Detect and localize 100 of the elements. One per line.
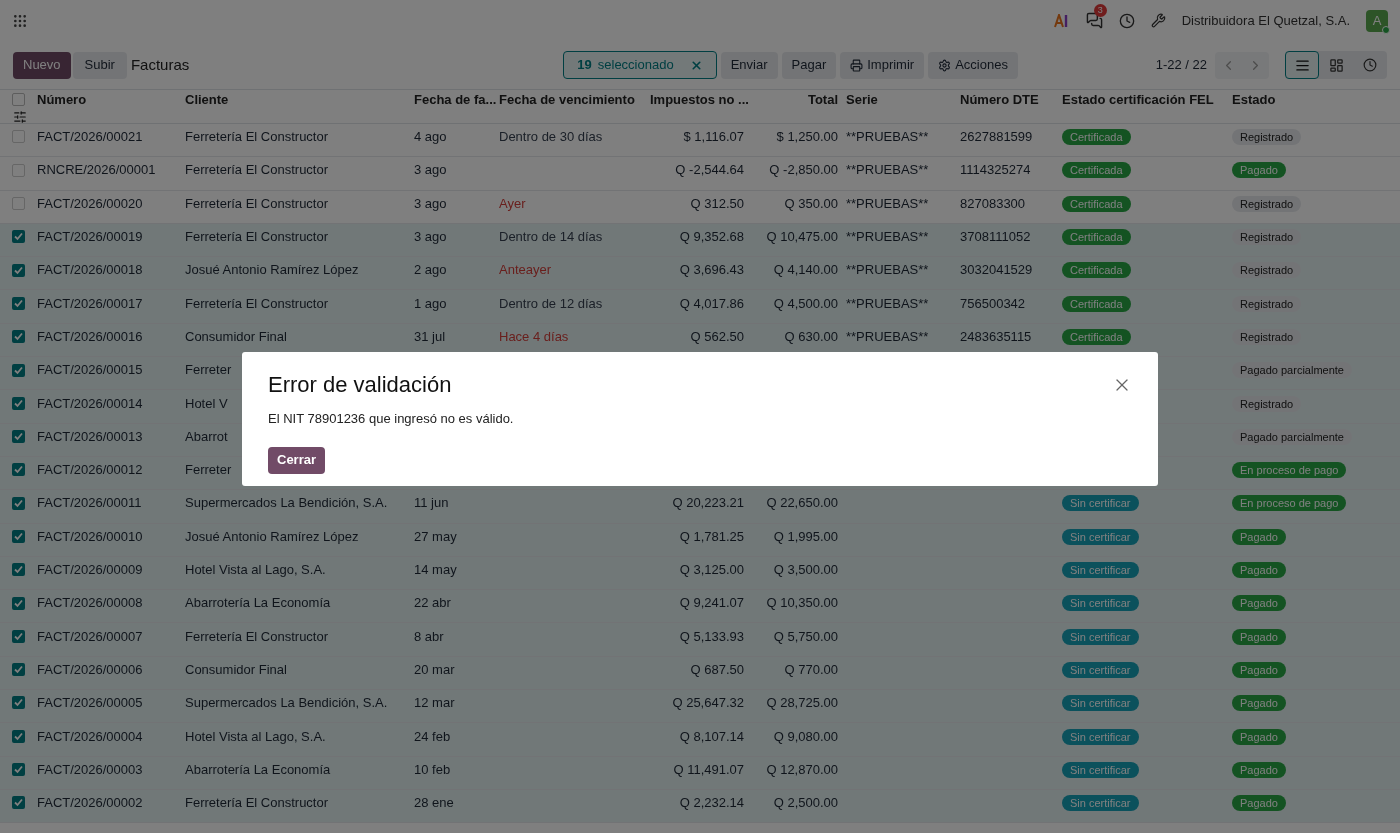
close-icon[interactable] (689, 58, 703, 72)
invoice-status-tag: En proceso de pago (1232, 495, 1347, 512)
action-button[interactable]: Enviar (720, 51, 778, 79)
total-amount: Q 9,080.00 (772, 727, 838, 746)
serie-value: **PRUEBAS** (845, 194, 930, 213)
check-icon (14, 398, 23, 408)
row-checkbox[interactable] (12, 463, 25, 477)
pager-value: 1-22 / 22 (1155, 56, 1207, 75)
row-checkbox[interactable] (12, 663, 25, 677)
select-all-checkbox[interactable] (12, 93, 25, 107)
tax-amount: Q 2,232.14 (678, 794, 744, 813)
column-header[interactable]: Fecha de fa... (414, 90, 499, 110)
invoice-number: FACT/2026/00019 (37, 228, 144, 247)
invoice-date: 1 ago (414, 294, 448, 313)
column-settings-icon[interactable] (13, 109, 27, 124)
row-checkbox[interactable] (12, 263, 25, 277)
invoice-status-tag: Pagado parcialmente (1232, 362, 1352, 379)
certification-status-tag: Sin certificar (1062, 761, 1139, 778)
total-amount: Q 3,500.00 (772, 561, 838, 580)
column-header[interactable]: Número (37, 90, 185, 110)
row-checkbox[interactable] (12, 496, 25, 510)
company-name[interactable]: Distribuidora El Quetzal, S.A. (1181, 10, 1350, 31)
tax-amount: Q 9,352.68 (678, 228, 744, 247)
row-checkbox[interactable] (12, 363, 25, 377)
invoice-status-tag: Pagado (1232, 528, 1286, 545)
certification-status-tag: Sin certificar (1062, 661, 1139, 678)
column-header[interactable]: Estado (1224, 90, 1400, 110)
invoice-number: FACT/2026/00004 (37, 727, 144, 746)
due-date: Dentro de 14 días (499, 228, 604, 247)
action-button[interactable]: Pagar (781, 51, 837, 79)
row-checkbox[interactable] (12, 729, 25, 743)
invoice-status-tag: Pagado (1232, 728, 1286, 745)
tax-amount: Q -2,544.64 (674, 161, 744, 180)
new-button[interactable]: Nuevo (13, 51, 71, 79)
check-icon (14, 731, 23, 741)
action-button[interactable]: Acciones (928, 51, 1018, 79)
row-checkbox[interactable] (12, 530, 25, 543)
row-checkbox[interactable] (12, 796, 25, 810)
row-checkbox[interactable] (12, 296, 25, 310)
certification-status-tag: Certificada (1062, 162, 1131, 179)
tax-amount: Q 312.50 (689, 194, 744, 213)
invoice-status-tag: Registrado (1232, 262, 1302, 279)
invoice-status-tag: Pagado (1232, 695, 1286, 712)
tax-amount: Q 5,133.93 (678, 627, 744, 646)
notification-count: 3 (1093, 4, 1107, 17)
column-header[interactable]: Cliente (185, 90, 414, 110)
invoice-status-tag: Registrado (1232, 395, 1302, 412)
row-checkbox[interactable] (12, 230, 25, 244)
serie-value: **PRUEBAS** (845, 294, 930, 313)
total-amount: Q 350.00 (783, 194, 838, 213)
row-checkbox[interactable] (12, 696, 25, 710)
ai-logo-icon[interactable] (1053, 13, 1070, 28)
row-checkbox[interactable] (12, 197, 25, 211)
tax-amount: Q 4,017.86 (678, 294, 744, 313)
client-name: Ferretería El Constructor (185, 628, 329, 644)
invoice-status-tag: Pagado (1232, 761, 1286, 778)
invoice-date: 14 may (414, 561, 458, 580)
row-checkbox[interactable] (12, 596, 25, 610)
row-checkbox[interactable] (12, 163, 25, 177)
client-name: Consumidor Final (185, 328, 287, 344)
client-name: Ferretería El Constructor (185, 162, 329, 178)
certification-status-tag: Sin certificar (1062, 528, 1139, 545)
row-checkbox[interactable] (12, 396, 25, 410)
row-checkbox[interactable] (12, 763, 25, 777)
dte-number: 1114325274 (959, 161, 1032, 180)
column-header[interactable]: Serie (838, 90, 952, 110)
due-date: Ayer (499, 194, 527, 213)
total-amount: Q 12,870.00 (765, 760, 838, 779)
close-button[interactable]: Cerrar (268, 446, 326, 474)
client-name: Ferretería El Constructor (185, 295, 329, 311)
row-checkbox[interactable] (12, 430, 25, 444)
apps-menu-icon[interactable] (12, 12, 28, 29)
invoice-date: 2 ago (414, 261, 448, 280)
dte-number: 2627881599 (959, 128, 1034, 147)
upload-button[interactable]: Subir (72, 51, 127, 79)
check-icon (14, 798, 23, 808)
row-checkbox[interactable] (12, 563, 25, 577)
row-checkbox[interactable] (12, 130, 25, 144)
chat-icon[interactable] (1085, 12, 1103, 29)
certification-status-tag: Certificada (1062, 328, 1131, 345)
invoice-status-tag: En proceso de pago (1232, 462, 1347, 479)
total-amount: Q 4,500.00 (772, 294, 838, 313)
client-name: Ferretería El Constructor (185, 195, 329, 211)
client-name: Ferreter (185, 462, 232, 478)
client-name: Consumidor Final (185, 661, 287, 677)
column-header[interactable]: Estado certificación FEL (1054, 90, 1224, 110)
row-checkbox[interactable] (12, 330, 25, 344)
invoice-number: RNCRE/2026/00001 (37, 161, 157, 180)
total-amount: Q -2,850.00 (768, 161, 838, 180)
client-name: Supermercados La Bendición, S.A. (185, 495, 388, 511)
action-button[interactable]: Imprimir (840, 51, 925, 79)
column-header[interactable]: Número DTE (952, 90, 1054, 110)
wrench-icon[interactable] (1150, 13, 1166, 28)
clock-icon[interactable] (1118, 12, 1135, 29)
view-switch-button[interactable] (1285, 51, 1319, 79)
column-header[interactable]: Fecha de vencimiento (499, 90, 650, 110)
invoice-number: FACT/2026/00007 (37, 627, 144, 646)
row-checkbox[interactable] (12, 629, 25, 643)
invoice-number: FACT/2026/00010 (37, 527, 144, 546)
tax-amount: Q 3,125.00 (678, 561, 744, 580)
